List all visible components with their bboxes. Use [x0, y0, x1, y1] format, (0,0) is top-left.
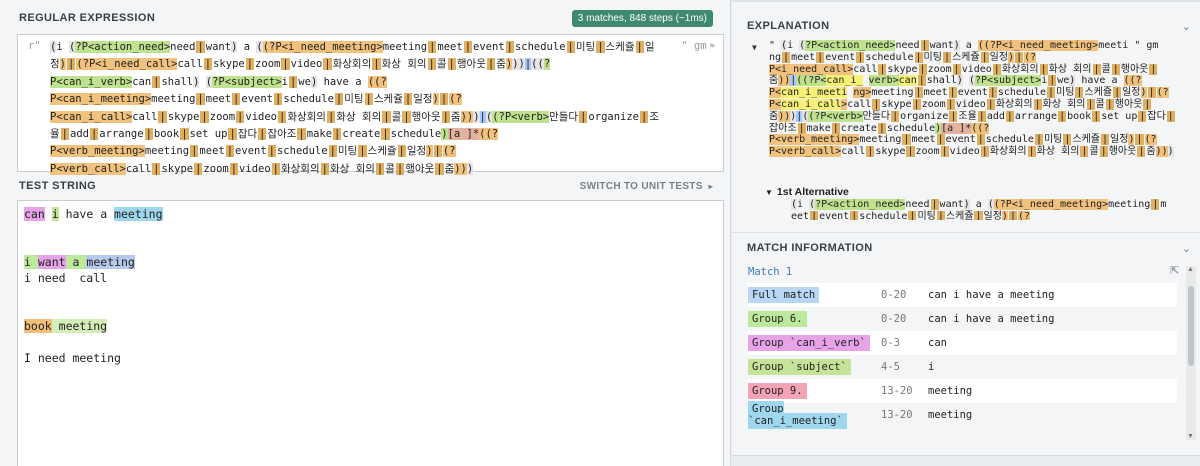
group-name: Group `subject`: [748, 359, 851, 375]
right-column: EXPLANATION ⌄ ▼ " (i (?P<action_need>need…: [732, 0, 1200, 466]
test-line-7: [24, 302, 163, 318]
explanation-header: EXPLANATION ⌄: [747, 16, 1197, 36]
chevron-down-icon[interactable]: ⌄: [1182, 20, 1191, 33]
test-line-8: book meeting: [24, 319, 108, 333]
match-info-header: MATCH INFORMATION ⌄: [747, 238, 1197, 258]
match-info-title: MATCH INFORMATION: [747, 242, 873, 254]
table-row: Group 6. 0-20 can i have a meeting: [747, 307, 1177, 331]
test-line-1: can i have a meeting: [24, 207, 163, 221]
match-1-label: Match 1: [748, 266, 793, 278]
regex-title: REGULAR EXPRESSION: [19, 12, 156, 24]
flag-icon[interactable]: ⚑: [710, 42, 715, 52]
group-range: 0-20: [881, 313, 907, 325]
share-icon[interactable]: ⇱: [1170, 264, 1179, 277]
explanation-title: EXPLANATION: [747, 20, 830, 32]
regex-flags-text: " gm: [681, 40, 707, 52]
table-row: Group `can_i_meeting` 13-20 meeting: [747, 401, 1177, 429]
alternative-1-heading[interactable]: ▼ 1st Alternative: [765, 186, 849, 198]
test-line-10: I need meeting: [24, 351, 121, 365]
group-value: can i have a meeting: [928, 313, 1055, 325]
switch-label: SWITCH TO UNIT TESTS: [579, 180, 703, 192]
explanation-code: ▼ " (i (?P<action_need>need | want) a ((?P<…: [752, 40, 1175, 158]
test-line-2: [24, 222, 163, 238]
regex-code[interactable]: (i (?P<action_need>need | want) a ((?P<i_n…: [50, 39, 670, 178]
explanation-tree[interactable]: ▼ " (i (?P<action_need>need | want) a ((?P<…: [747, 40, 1184, 220]
alternative-1-code: (i (?P<action_need>need | want) a ((?P<i_n…: [791, 199, 1184, 220]
group-value: can i have a meeting: [928, 289, 1055, 301]
table-row: Group `can_i_verb` 0-3 can: [747, 331, 1177, 355]
scroll-up-icon[interactable]: ▲: [1187, 266, 1194, 273]
group-name: Full match: [748, 287, 820, 303]
group-name: Group 9.: [748, 383, 807, 399]
bottom-bar: [732, 455, 1200, 466]
group-range: 0-20: [881, 289, 907, 301]
group-value: meeting: [928, 409, 973, 421]
group-range: 13-20: [881, 409, 913, 421]
group-value: i: [928, 361, 935, 373]
alternative-1-label: 1st Alternative: [776, 186, 849, 198]
section-divider: [732, 232, 1200, 233]
group-value: meeting: [928, 385, 973, 397]
test-line-4: i want a meeting: [24, 255, 135, 269]
group-name: Group `can_i_meeting`: [748, 401, 847, 429]
group-range: 0-3: [881, 337, 900, 349]
regex-delimiter-open: r": [28, 40, 41, 52]
test-string-lines[interactable]: can i have a meeting i want a meeting i …: [24, 206, 163, 366]
group-name: Group `can_i_verb`: [748, 335, 870, 351]
table-row: Group 9. 13-20 meeting: [747, 379, 1177, 403]
table-row: Group `subject` 4-5 i: [747, 355, 1177, 379]
test-title: TEST STRING: [19, 180, 97, 192]
switch-to-unit-tests[interactable]: SWITCH TO UNIT TESTS ▸: [580, 181, 713, 192]
left-column: REGULAR EXPRESSION 3 matches, 848 steps …: [0, 0, 731, 466]
group-range: 13-20: [881, 385, 913, 397]
scrollbar-thumb[interactable]: [1188, 286, 1194, 366]
group-range: 4-5: [881, 361, 900, 373]
scroll-down-icon[interactable]: ▼: [1187, 433, 1194, 440]
chevron-down-icon[interactable]: ⌄: [1182, 242, 1191, 255]
match-info-scrollbar[interactable]: ▲ ▼: [1186, 266, 1196, 440]
test-string-editor[interactable]: can i have a meeting i want a meeting i …: [17, 200, 724, 466]
regex-header: REGULAR EXPRESSION 3 matches, 848 steps …: [0, 7, 731, 29]
group-name: Group 6.: [748, 311, 807, 327]
regex-editor[interactable]: r" " gm ⚑ (i (?P<action_need>need | want) a…: [17, 34, 724, 175]
chevron-right-icon: ▸: [708, 181, 713, 191]
test-line-3: [24, 238, 163, 254]
test-header: TEST STRING SWITCH TO UNIT TESTS ▸: [0, 175, 731, 197]
test-line-5: i need call: [24, 271, 108, 285]
collapse-triangle-icon[interactable]: ▼: [765, 188, 773, 197]
test-line-6: [24, 286, 163, 302]
match-table: Full match 0-20 can i have a meeting Gro…: [747, 283, 1177, 429]
group-value: can: [928, 337, 947, 349]
match-count-badge: 3 matches, 848 steps (~1ms): [571, 9, 713, 27]
test-line-9: [24, 334, 163, 350]
table-row: Full match 0-20 can i have a meeting: [747, 283, 1177, 307]
top-divider: [732, 0, 1200, 2]
regex-flags[interactable]: " gm ⚑: [681, 40, 715, 52]
collapse-triangle-icon[interactable]: ▼: [752, 42, 757, 54]
